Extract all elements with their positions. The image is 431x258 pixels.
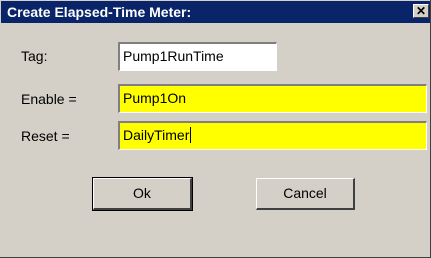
reset-field[interactable]: DailyTimer — [118, 121, 427, 150]
enable-label: Enable = — [21, 91, 77, 107]
title-bar: Create Elapsed-Time Meter: ✕ — [1, 1, 430, 23]
ok-button[interactable]: Ok — [92, 177, 193, 211]
text-cursor — [190, 127, 192, 143]
reset-label: Reset = — [21, 128, 70, 144]
tag-field[interactable]: Pump1RunTime — [118, 42, 277, 71]
enable-value: Pump1On — [123, 90, 187, 106]
dialog-title: Create Elapsed-Time Meter: — [7, 4, 192, 20]
cancel-button[interactable]: Cancel — [256, 178, 355, 210]
reset-value: DailyTimer — [123, 127, 190, 143]
close-icon[interactable]: ✕ — [413, 4, 429, 18]
create-elapsed-time-meter-dialog: Create Elapsed-Time Meter: ✕ Tag: Pump1R… — [0, 0, 431, 258]
enable-field[interactable]: Pump1On — [118, 84, 427, 113]
tag-value: Pump1RunTime — [123, 48, 224, 64]
tag-label: Tag: — [21, 48, 48, 64]
